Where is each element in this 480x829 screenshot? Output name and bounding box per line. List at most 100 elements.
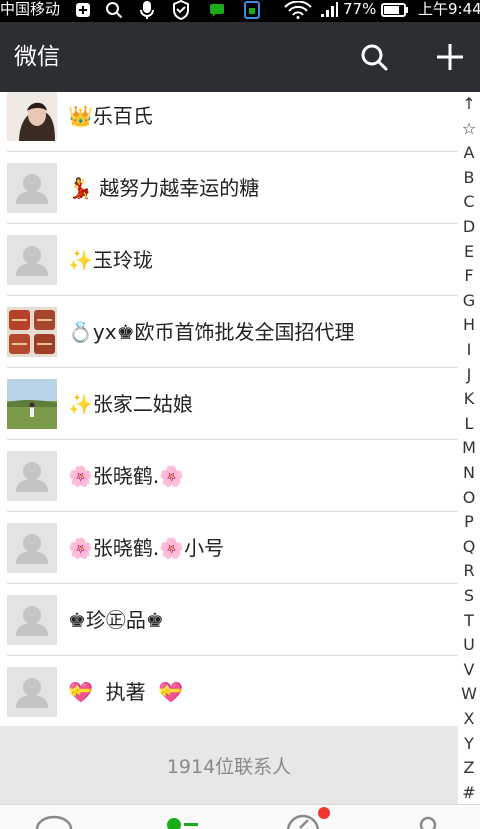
index-letter[interactable]: L xyxy=(458,412,480,436)
signal-icon xyxy=(318,0,340,20)
index-letter[interactable]: B xyxy=(458,166,480,190)
avatar xyxy=(7,163,57,213)
contact-row[interactable]: 🌸张晓鹤.🌸 xyxy=(0,440,458,512)
index-letter[interactable]: S xyxy=(458,584,480,608)
contact-name: yx♚欧币首饰批发全国招代理 xyxy=(92,320,355,344)
sparkles-emoji: ✨ xyxy=(68,392,93,416)
chat-bubble-icon xyxy=(35,815,73,829)
carrier-label: 中国移动 xyxy=(0,0,61,18)
contact-name: 玉玲珑 xyxy=(92,248,153,272)
tab-me[interactable] xyxy=(398,805,458,829)
index-letter[interactable]: W xyxy=(458,682,480,706)
alphabet-index-bar[interactable]: ↑ ☆ A B C D E F G H I J K L M N O P Q R S T U V W X Y Z # xyxy=(458,92,480,804)
avatar xyxy=(7,379,57,429)
index-letter[interactable]: M xyxy=(458,436,480,460)
contact-row[interactable]: 💝 执著 💝 xyxy=(0,656,458,726)
tab-chats[interactable] xyxy=(24,805,84,829)
message-notification-icon xyxy=(208,0,226,20)
index-letter[interactable]: # xyxy=(458,781,480,805)
notification-badge xyxy=(318,807,330,819)
sim-card-icon xyxy=(240,0,264,20)
index-letter[interactable]: C xyxy=(458,190,480,214)
contact-row[interactable]: 💃 越努力越幸运的糖 xyxy=(0,152,458,224)
index-letter[interactable]: D xyxy=(458,215,480,239)
index-letter[interactable]: ↑ xyxy=(458,92,480,116)
cherry-blossom-emoji: 🌸 xyxy=(159,464,185,488)
index-letter[interactable]: Z xyxy=(458,756,480,780)
index-letter[interactable]: G xyxy=(458,289,480,313)
cherry-blossom-emoji: 🌸 xyxy=(68,464,93,488)
notification-add-icon xyxy=(74,0,92,20)
field-photo-avatar xyxy=(7,379,57,429)
index-letter[interactable]: K xyxy=(458,387,480,411)
contact-name: ♚珍㊣品♚ xyxy=(68,608,164,632)
index-letter[interactable]: N xyxy=(458,461,480,485)
contact-count: 1914位联系人 xyxy=(0,726,458,804)
index-letter[interactable]: X xyxy=(458,707,480,731)
index-letter[interactable]: P xyxy=(458,510,480,534)
default-avatar-icon xyxy=(7,523,57,573)
heart-gift-emoji: 💝 xyxy=(68,680,93,704)
contact-name-suffix: 🌸小号 xyxy=(159,536,225,560)
default-avatar-icon xyxy=(7,451,57,501)
contact-name: 越努力越幸运的糖 xyxy=(99,176,260,200)
battery-icon xyxy=(380,0,410,20)
index-letter[interactable]: T xyxy=(458,609,480,633)
bottom-tab-bar xyxy=(0,804,480,829)
index-letter[interactable]: ☆ xyxy=(458,117,480,141)
avatar xyxy=(7,667,57,717)
heart-gift-emoji: 💝 xyxy=(158,680,184,704)
avatar xyxy=(7,307,57,357)
index-letter[interactable]: A xyxy=(458,141,480,165)
default-avatar-icon xyxy=(7,595,57,645)
index-letter[interactable]: H xyxy=(458,313,480,337)
default-avatar-icon xyxy=(7,235,57,285)
avatar xyxy=(7,235,57,285)
contact-name: 乐百氏 xyxy=(92,104,153,128)
contact-row[interactable]: 💍yx♚欧币首饰批发全国招代理 xyxy=(0,296,458,368)
dancer-emoji: 💃 xyxy=(68,176,100,200)
page-title: 微信 xyxy=(14,44,60,70)
contact-row[interactable]: 🌸张晓鹤.🌸小号 xyxy=(0,512,458,584)
contact-row[interactable]: ✨玉玲珑 xyxy=(0,224,458,296)
battery-percentage: 77% xyxy=(343,0,377,18)
avatar xyxy=(7,451,57,501)
app-header: 微信 xyxy=(0,22,480,92)
search-button[interactable] xyxy=(356,39,392,75)
status-bar: 中国移动 77% 上午9:44 xyxy=(0,0,480,22)
index-letter[interactable]: U xyxy=(458,633,480,657)
avatar xyxy=(7,523,57,573)
index-letter[interactable]: Y xyxy=(458,732,480,756)
woman-photo-avatar xyxy=(7,92,57,141)
search-icon xyxy=(361,44,388,71)
contact-list[interactable]: 👑乐百氏 💃 越努力越幸运的糖 ✨玉玲珑 💍yx♚欧币首饰批发全国招代理 ✨张家… xyxy=(0,92,458,726)
plus-icon xyxy=(437,44,463,70)
contact-name: 张晓鹤. xyxy=(92,536,160,560)
index-letter[interactable]: Q xyxy=(458,535,480,559)
contact-name: 张家二姑娘 xyxy=(92,392,193,416)
avatar xyxy=(7,92,57,141)
tab-contacts[interactable] xyxy=(150,805,210,829)
add-button[interactable] xyxy=(432,39,468,75)
contact-row[interactable]: ✨张家二姑娘 xyxy=(0,368,458,440)
index-letter[interactable]: I xyxy=(458,338,480,362)
index-letter[interactable]: F xyxy=(458,264,480,288)
ring-emoji: 💍 xyxy=(68,320,93,344)
index-letter[interactable]: R xyxy=(458,559,480,583)
index-letter[interactable]: V xyxy=(458,658,480,682)
tab-discover[interactable] xyxy=(275,805,335,829)
crown-emoji: 👑 xyxy=(68,104,93,128)
bags-photo-avatar xyxy=(7,307,57,357)
compass-icon xyxy=(286,807,330,829)
index-letter[interactable]: O xyxy=(458,486,480,510)
contact-row[interactable]: ♚珍㊣品♚ xyxy=(0,584,458,656)
cherry-blossom-emoji: 🌸 xyxy=(68,536,93,560)
contact-row[interactable]: 👑乐百氏 xyxy=(0,92,458,152)
index-letter[interactable]: J xyxy=(458,363,480,387)
contact-name: 张晓鹤. xyxy=(92,464,160,488)
avatar xyxy=(7,595,57,645)
shield-icon xyxy=(170,0,192,20)
contact-name: 执著 xyxy=(92,680,159,704)
clock: 上午9:44 xyxy=(418,0,480,18)
index-letter[interactable]: E xyxy=(458,240,480,264)
